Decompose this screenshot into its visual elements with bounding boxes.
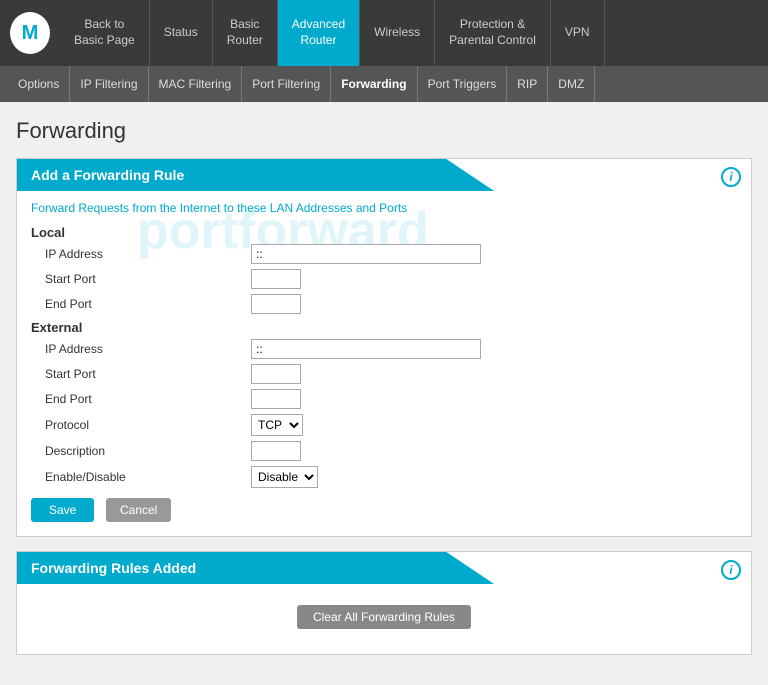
add-rule-card: Add a Forwarding Rule i portforward Forw… bbox=[16, 158, 752, 537]
description-label: Description bbox=[31, 444, 251, 458]
external-ip-row: IP Address bbox=[31, 339, 737, 359]
nav-advanced-router[interactable]: AdvancedRouter bbox=[278, 0, 360, 66]
local-ip-input[interactable] bbox=[251, 244, 481, 264]
external-start-port-row: Start Port bbox=[31, 364, 737, 384]
subnav-dmz[interactable]: DMZ bbox=[548, 66, 595, 102]
rules-card-body: Clear All Forwarding Rules bbox=[17, 584, 751, 654]
protocol-row: Protocol TCP UDP Both bbox=[31, 414, 737, 436]
local-ip-label: IP Address bbox=[31, 247, 251, 261]
enable-row: Enable/Disable Enable Disable bbox=[31, 466, 737, 488]
protocol-select[interactable]: TCP UDP Both bbox=[251, 414, 303, 436]
external-start-port-input[interactable] bbox=[251, 364, 301, 384]
external-ip-input[interactable] bbox=[251, 339, 481, 359]
nav-basic-router[interactable]: BasicRouter bbox=[213, 0, 278, 66]
external-start-port-label: Start Port bbox=[31, 367, 251, 381]
logo: M bbox=[0, 0, 60, 66]
nav-wireless[interactable]: Wireless bbox=[360, 0, 435, 66]
clear-rules-button[interactable]: Clear All Forwarding Rules bbox=[297, 605, 471, 629]
subnav-mac-filtering[interactable]: MAC Filtering bbox=[149, 66, 243, 102]
subnav-port-triggers[interactable]: Port Triggers bbox=[418, 66, 508, 102]
sub-nav: Options IP Filtering MAC Filtering Port … bbox=[0, 66, 768, 102]
card-subtitle: Forward Requests from the Internet to th… bbox=[31, 201, 737, 215]
rules-card: Forwarding Rules Added i Clear All Forwa… bbox=[16, 551, 752, 655]
subnav-ip-filtering[interactable]: IP Filtering bbox=[70, 66, 148, 102]
nav-protection[interactable]: Protection &Parental Control bbox=[435, 0, 551, 66]
description-row: Description bbox=[31, 441, 737, 461]
external-end-port-input[interactable] bbox=[251, 389, 301, 409]
page-title: Forwarding bbox=[16, 118, 752, 144]
add-rule-card-body: portforward Forward Requests from the In… bbox=[17, 191, 751, 536]
external-section-label: External bbox=[31, 320, 737, 335]
cancel-button[interactable]: Cancel bbox=[106, 498, 171, 522]
local-start-port-label: Start Port bbox=[31, 272, 251, 286]
subnav-options[interactable]: Options bbox=[8, 66, 70, 102]
top-nav: M Back toBasic Page Status BasicRouter A… bbox=[0, 0, 768, 66]
protocol-label: Protocol bbox=[31, 418, 251, 432]
nav-vpn[interactable]: VPN bbox=[551, 0, 605, 66]
enable-select[interactable]: Enable Disable bbox=[251, 466, 318, 488]
rules-info-icon[interactable]: i bbox=[721, 560, 741, 580]
motorola-logo: M bbox=[10, 12, 50, 54]
description-input[interactable] bbox=[251, 441, 301, 461]
add-rule-info-icon[interactable]: i bbox=[721, 167, 741, 187]
add-rule-card-header: Add a Forwarding Rule bbox=[17, 159, 494, 191]
local-section-label: Local bbox=[31, 225, 737, 240]
external-ip-label: IP Address bbox=[31, 342, 251, 356]
nav-status[interactable]: Status bbox=[150, 0, 213, 66]
local-ip-row: IP Address bbox=[31, 244, 737, 264]
local-end-port-row: End Port bbox=[31, 294, 737, 314]
local-start-port-input[interactable] bbox=[251, 269, 301, 289]
local-end-port-input[interactable] bbox=[251, 294, 301, 314]
rules-card-header: Forwarding Rules Added bbox=[17, 552, 494, 584]
nav-back[interactable]: Back toBasic Page bbox=[60, 0, 150, 66]
enable-label: Enable/Disable bbox=[31, 470, 251, 484]
external-end-port-label: End Port bbox=[31, 392, 251, 406]
local-start-port-row: Start Port bbox=[31, 269, 737, 289]
local-end-port-label: End Port bbox=[31, 297, 251, 311]
save-button[interactable]: Save bbox=[31, 498, 94, 522]
page-content: Forwarding Add a Forwarding Rule i portf… bbox=[0, 102, 768, 685]
form-buttons: Save Cancel bbox=[31, 498, 737, 522]
subnav-rip[interactable]: RIP bbox=[507, 66, 548, 102]
subnav-port-filtering[interactable]: Port Filtering bbox=[242, 66, 331, 102]
subnav-forwarding[interactable]: Forwarding bbox=[331, 66, 417, 102]
external-end-port-row: End Port bbox=[31, 389, 737, 409]
